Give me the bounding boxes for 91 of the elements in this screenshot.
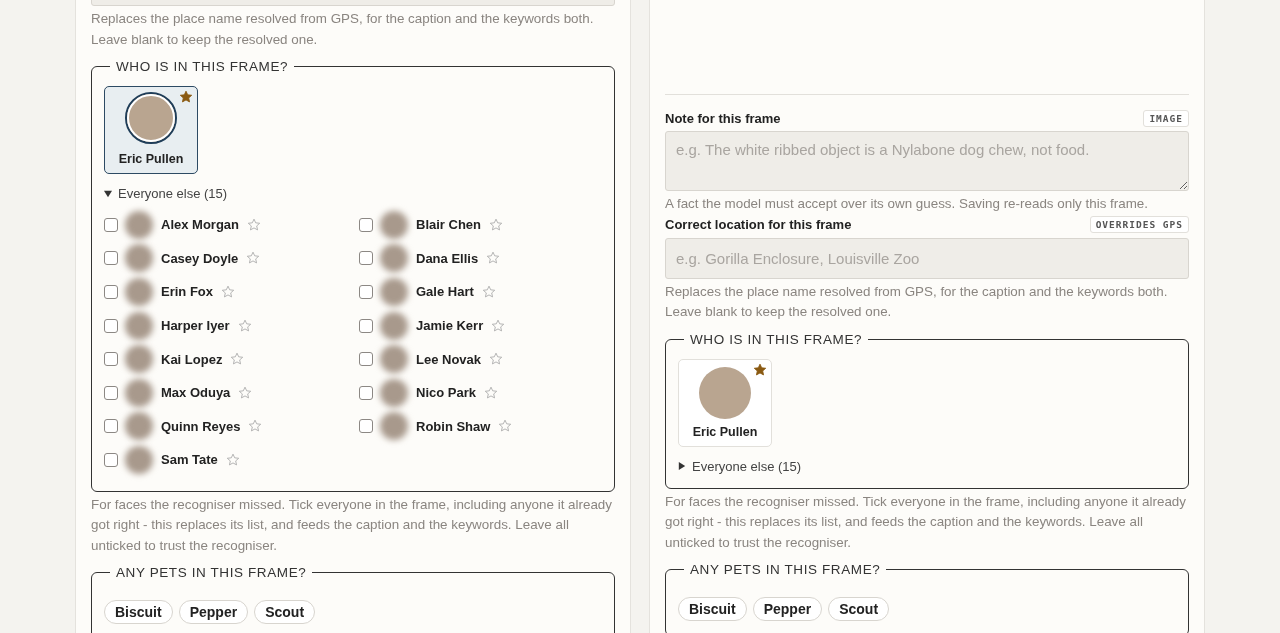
star-icon[interactable] bbox=[221, 285, 235, 299]
field-label: Note for this frame bbox=[665, 110, 781, 126]
hint-text: For faces the recogniser missed. Tick everyone in the frame, including anyone it already got right - this replaces its list, and feeds the caption and the keywords. Leave all unticked to trust the recogniser. bbox=[665, 492, 1187, 552]
person-name: Gale Hart bbox=[416, 284, 474, 300]
triangle-icon bbox=[104, 189, 112, 198]
person-name: Erin Fox bbox=[161, 284, 213, 300]
star-icon[interactable] bbox=[753, 362, 767, 377]
avatar-placeholder bbox=[125, 412, 153, 441]
note-field[interactable]: e.g. The white ribbed object is a Nylabone dog chew, not food. bbox=[665, 131, 1189, 191]
star-icon[interactable] bbox=[237, 318, 252, 333]
avatar-placeholder bbox=[125, 378, 153, 407]
person-name: Alex Morgan bbox=[161, 217, 239, 233]
person-name: Nico Park bbox=[416, 385, 476, 401]
group-legend: WHO IS IN THIS FRAME? bbox=[110, 59, 295, 74]
person-name: Jamie Kerr bbox=[416, 318, 484, 334]
everyone-else-toggle[interactable]: Everyone else (15) bbox=[678, 458, 802, 474]
star-icon[interactable] bbox=[481, 285, 496, 299]
avatar-placeholder bbox=[380, 378, 408, 407]
person-name: Lee Novak bbox=[416, 351, 482, 367]
avatar-placeholder bbox=[380, 345, 408, 374]
person-checkbox[interactable] bbox=[104, 419, 118, 434]
star-icon[interactable] bbox=[498, 419, 513, 434]
person-checkbox[interactable] bbox=[104, 217, 118, 232]
person-checkbox[interactable] bbox=[359, 251, 373, 266]
person-checkbox[interactable] bbox=[359, 217, 373, 232]
star-icon[interactable] bbox=[238, 385, 253, 400]
person-name: Dana Ellis bbox=[416, 250, 479, 266]
pet-chip[interactable]: Pepper bbox=[752, 597, 823, 621]
everyone-else-toggle[interactable]: Everyone else (15) bbox=[104, 186, 228, 201]
avatar-placeholder bbox=[380, 278, 408, 306]
person-name: Casey Doyle bbox=[161, 250, 239, 266]
location-field[interactable]: e.g. Gorilla Enclosure, Louisville Zoo bbox=[665, 237, 1189, 279]
person-name: Harper Iyer bbox=[161, 318, 230, 334]
person-checkbox[interactable] bbox=[359, 385, 373, 400]
avatar-placeholder bbox=[125, 311, 153, 340]
pet-chip[interactable]: Scout bbox=[828, 597, 890, 621]
avatar-placeholder bbox=[125, 278, 153, 306]
star-icon[interactable] bbox=[491, 318, 506, 333]
field-tag: IMAGE bbox=[1143, 109, 1189, 127]
avatar-placeholder bbox=[125, 244, 153, 273]
pet-chip[interactable]: Biscuit bbox=[678, 597, 747, 621]
hint-text: Replaces the place name resolved from GPS, for the caption and the keywords both. Leave blank to keep the resolved one. bbox=[91, 10, 595, 49]
person-name: Blair Chen bbox=[416, 217, 481, 233]
hint-text: For faces the recogniser missed. Tick everyone in the frame, including anyone it already got right - this replaces its list, and feeds the caption and the keywords. Leave all unticked to trust the recogniser. bbox=[91, 495, 613, 555]
star-icon[interactable] bbox=[248, 419, 263, 434]
person-checkbox[interactable] bbox=[104, 318, 118, 333]
avatar-placeholder bbox=[380, 210, 408, 239]
person-name: Quinn Reyes bbox=[161, 418, 241, 434]
avatar-placeholder bbox=[125, 210, 153, 239]
person-checkbox[interactable] bbox=[359, 352, 373, 367]
person-name: Kai Lopez bbox=[161, 351, 223, 367]
hint-text: A fact the model must accept over its own guess. Saving re-reads only this frame. bbox=[665, 195, 1150, 213]
person-checkbox[interactable] bbox=[359, 318, 373, 333]
pet-chip[interactable]: Biscuit bbox=[104, 600, 173, 625]
person-name: Sam Tate bbox=[161, 452, 218, 468]
avatar-placeholder bbox=[125, 92, 177, 144]
person-card[interactable]: Eric Pullen bbox=[104, 86, 198, 174]
star-icon[interactable] bbox=[484, 385, 498, 400]
avatar-placeholder bbox=[699, 366, 751, 419]
triangle-icon bbox=[678, 462, 686, 470]
star-icon[interactable] bbox=[247, 217, 261, 232]
person-checkbox[interactable] bbox=[359, 285, 373, 299]
star-icon[interactable] bbox=[489, 217, 503, 232]
star-icon[interactable] bbox=[230, 352, 245, 367]
person-checkbox[interactable] bbox=[104, 385, 118, 400]
pet-chip[interactable]: Pepper bbox=[178, 600, 249, 625]
pet-chip[interactable]: Scout bbox=[254, 600, 316, 625]
avatar-placeholder bbox=[380, 244, 408, 273]
star-icon[interactable] bbox=[246, 251, 261, 266]
person-name: Robin Shaw bbox=[416, 418, 491, 434]
person-checkbox[interactable] bbox=[104, 352, 118, 367]
hint-text: Replaces the place name resolved from GPS, for the caption and the keywords both. Leave blank to keep the resolved one. bbox=[665, 282, 1169, 321]
avatar-placeholder bbox=[125, 345, 153, 374]
person-name: Max Oduya bbox=[161, 385, 231, 401]
group-legend: ANY PETS IN THIS FRAME? bbox=[110, 565, 313, 581]
avatar-placeholder bbox=[125, 445, 153, 474]
person-checkbox[interactable] bbox=[104, 251, 118, 266]
person-checkbox[interactable] bbox=[104, 452, 118, 467]
avatar-placeholder bbox=[380, 311, 408, 340]
star-icon[interactable] bbox=[225, 452, 240, 467]
field-tag: OVERRIDES GPS bbox=[1089, 216, 1189, 233]
star-icon[interactable] bbox=[486, 251, 501, 266]
group-legend: WHO IS IN THIS FRAME? bbox=[684, 331, 869, 347]
avatar-placeholder bbox=[380, 412, 408, 441]
field-label: Correct location for this frame bbox=[665, 217, 852, 232]
star-icon[interactable] bbox=[489, 352, 504, 367]
person-checkbox[interactable] bbox=[359, 419, 373, 434]
star-icon[interactable] bbox=[179, 90, 193, 104]
group-legend: ANY PETS IN THIS FRAME? bbox=[684, 562, 887, 577]
person-card[interactable]: Eric Pullen bbox=[678, 358, 772, 447]
person-checkbox[interactable] bbox=[104, 285, 118, 299]
